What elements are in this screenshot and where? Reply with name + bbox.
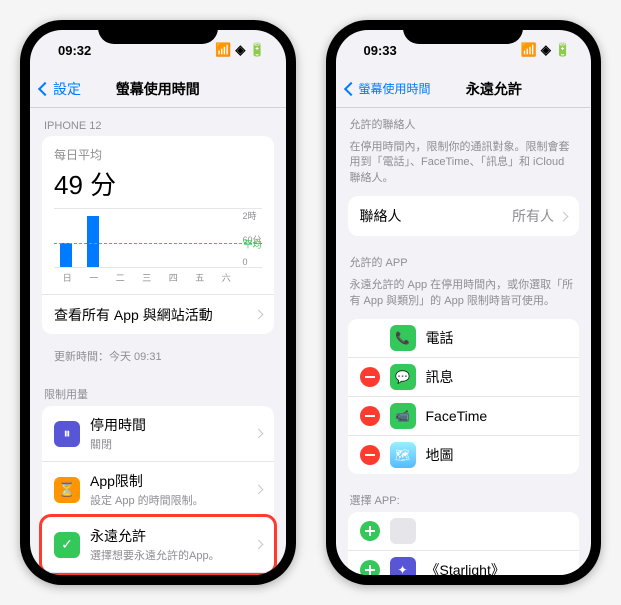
- app-row-phone: 📞 電話: [348, 319, 580, 357]
- choose-apps-group: ✦ 《Starlight》 🔒 1Password 7 1 1SE 🚕 5568…: [348, 512, 580, 575]
- screen-right: 09:33 📶 ◈ 🔋 螢幕使用時間 永遠允許 允許的聯絡人 在停用時間內，限制…: [336, 30, 592, 575]
- messages-icon: 💬: [390, 364, 416, 390]
- app-row-messages: 💬 訊息: [348, 357, 580, 396]
- notch: [403, 20, 523, 44]
- add-button[interactable]: [360, 521, 380, 541]
- usage-chart: 平均 2時 60分 0: [54, 208, 262, 268]
- avg-line-label: 平均: [243, 237, 261, 250]
- battery-icon: 🔋: [249, 42, 265, 58]
- app-icon: ✦: [390, 557, 416, 575]
- hourglass-icon: ⏳: [54, 477, 80, 503]
- time: 09:33: [364, 43, 397, 58]
- chevron-right-icon: [253, 429, 263, 439]
- phone-left: 09:32 📶 ◈ 🔋 設定 螢幕使用時間 IPHONE 12 每日平均 49 …: [20, 20, 296, 585]
- phone-right: 09:33 📶 ◈ 🔋 螢幕使用時間 永遠允許 允許的聯絡人 在停用時間內，限制…: [326, 20, 602, 585]
- app-row-maps: 🗺 地圖: [348, 435, 580, 474]
- facetime-icon: 📹: [390, 403, 416, 429]
- check-icon: ✓: [54, 532, 80, 558]
- maps-icon: 🗺: [390, 442, 416, 468]
- x-axis: 日一二三四五六: [54, 271, 262, 284]
- status-icons: 📶 ◈ 🔋: [521, 42, 571, 58]
- app-icon: [390, 518, 416, 544]
- content[interactable]: IPHONE 12 每日平均 49 分 平均 2時: [30, 108, 286, 575]
- chevron-right-icon: [253, 485, 263, 495]
- signal-icon: 📶: [215, 42, 231, 58]
- chevron-left-icon: [343, 81, 357, 95]
- apps-header: 允許的 APP: [336, 246, 592, 274]
- usage-card: 每日平均 49 分 平均 2時 60分 0: [42, 136, 274, 334]
- contacts-group: 聯絡人 所有人: [348, 196, 580, 236]
- row-app-limits[interactable]: ⏳ App限制設定 App 的時間限制。: [42, 461, 274, 517]
- avg-label: 每日平均: [54, 146, 262, 163]
- contacts-desc: 在停用時間內，限制你的通訊對象。限制會套用到「電話」、FaceTime、「訊息」…: [336, 136, 592, 196]
- back-button[interactable]: 設定: [40, 79, 81, 99]
- remove-button[interactable]: [360, 445, 380, 465]
- bar-sun: [60, 243, 72, 267]
- allowed-apps-group: 📞 電話 💬 訊息 📹 FaceTime 🗺 地圖: [348, 319, 580, 474]
- limits-card: ⏸ 停用時間關閉 ⏳ App限制設定 App 的時間限制。 ✓ 永遠允許選擇想要…: [42, 406, 274, 575]
- time: 09:32: [58, 43, 91, 58]
- status-icons: 📶 ◈ 🔋: [215, 42, 265, 58]
- row-contacts[interactable]: 聯絡人 所有人: [348, 196, 580, 236]
- app-row-facetime: 📹 FaceTime: [348, 396, 580, 435]
- bar-mon: [87, 216, 99, 267]
- highlight-always-allowed: ✓ 永遠允許選擇想要永遠允許的App。: [39, 514, 277, 575]
- avg-value: 49 分: [54, 165, 262, 202]
- apps-desc: 永遠允許的 App 在停用時間內，或你選取「所有 App 與類別」的 App 限…: [336, 274, 592, 319]
- remove-button[interactable]: [360, 367, 380, 387]
- wifi-icon: ◈: [541, 42, 551, 58]
- chevron-right-icon: [253, 310, 263, 320]
- phone-icon: 📞: [390, 325, 416, 351]
- page-title: 螢幕使用時間: [116, 79, 200, 99]
- row-downtime[interactable]: ⏸ 停用時間關閉: [42, 406, 274, 461]
- add-button[interactable]: [360, 560, 380, 575]
- nav-bar: 螢幕使用時間 永遠允許: [336, 70, 592, 108]
- chevron-left-icon: [38, 81, 52, 95]
- see-all-activity[interactable]: 查看所有 App 與網站活動: [42, 294, 274, 334]
- remove-button[interactable]: [360, 406, 380, 426]
- device-header: IPHONE 12: [30, 108, 286, 136]
- limit-header: 限制用量: [30, 374, 286, 406]
- row-always-allowed[interactable]: ✓ 永遠允許選擇想要永遠允許的App。: [42, 517, 274, 572]
- app-row-starlight: ✦ 《Starlight》: [348, 550, 580, 575]
- downtime-icon: ⏸: [54, 421, 80, 447]
- back-button[interactable]: 螢幕使用時間: [346, 80, 431, 97]
- updated-text: 更新時間：今天 09:31: [30, 348, 286, 374]
- avg-line: [54, 243, 262, 244]
- screen-left: 09:32 📶 ◈ 🔋 設定 螢幕使用時間 IPHONE 12 每日平均 49 …: [30, 30, 286, 575]
- content[interactable]: 允許的聯絡人 在停用時間內，限制你的通訊對象。限制會套用到「電話」、FaceTi…: [336, 108, 592, 575]
- contacts-header: 允許的聯絡人: [336, 108, 592, 136]
- choose-header: 選擇 APP:: [336, 484, 592, 512]
- chevron-right-icon: [253, 540, 263, 550]
- back-label: 設定: [53, 79, 81, 99]
- back-label: 螢幕使用時間: [359, 80, 431, 97]
- app-row: [348, 512, 580, 550]
- chevron-right-icon: [559, 211, 569, 221]
- signal-icon: 📶: [521, 42, 537, 58]
- battery-icon: 🔋: [555, 42, 571, 58]
- nav-bar: 設定 螢幕使用時間: [30, 70, 286, 108]
- page-title: 永遠允許: [466, 79, 522, 99]
- wifi-icon: ◈: [235, 42, 245, 58]
- row-screen-distance[interactable]: 👁 螢幕距離舒緩眼睛疲勞: [42, 572, 274, 575]
- notch: [98, 20, 218, 44]
- contacts-value: 所有人: [512, 206, 554, 226]
